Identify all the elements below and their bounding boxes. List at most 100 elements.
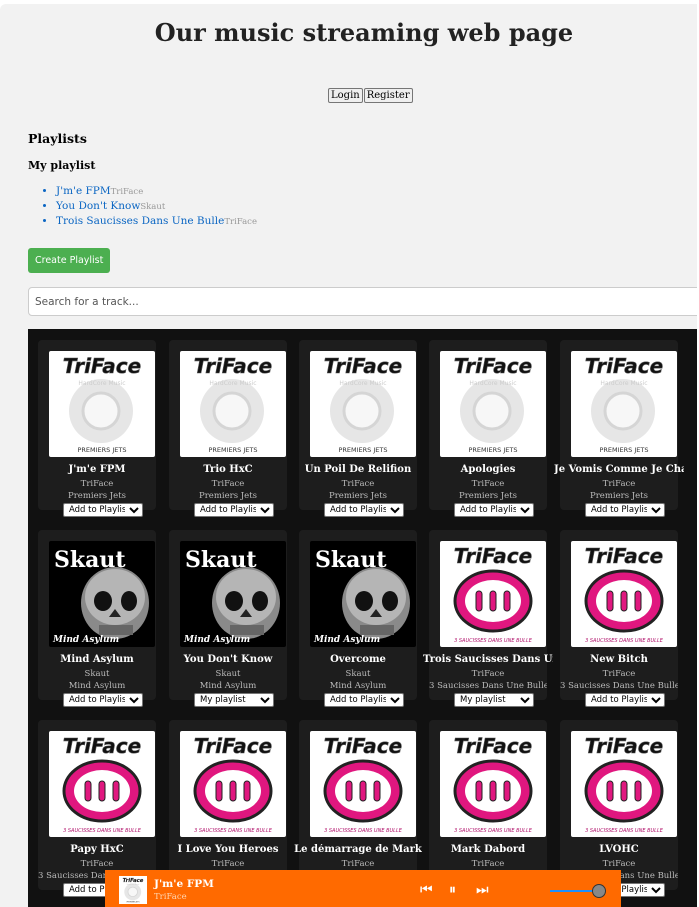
triface-saucisses-cover: TriFace 3 SAUCISSES DANS UNE BULLE <box>571 541 677 647</box>
track-card[interactable]: Skaut Mind Asylum You Don't Know Skaut Min… <box>169 530 287 707</box>
cover-subtitle: HardCore Music <box>469 380 516 387</box>
skaut-mind-asylum-cover: Skaut Mind Asylum <box>180 541 286 647</box>
track-title: J'm'e FPM <box>68 464 126 475</box>
triface-premiers-jets-cover: TriFace HardCore Music PREMIERS JETS <box>440 351 546 457</box>
cover-logo-text: Skaut <box>54 547 126 573</box>
track-card[interactable]: TriFace 3 SAUCISSES DANS UNE BULLE Mark … <box>429 720 547 897</box>
track-card[interactable]: TriFace HardCore Music PREMIERS JETS Je … <box>554 340 684 517</box>
playlist-track-artist: TriFace <box>110 187 144 197</box>
page-title: Our music streaming web page <box>154 18 574 47</box>
cover-subtitle: HardCore Music <box>209 380 256 387</box>
cover-logo-text: TriFace <box>454 544 532 568</box>
login-button[interactable]: Login <box>328 88 363 103</box>
track-title: I Love You Heroes <box>177 844 279 855</box>
playlist-track[interactable]: You Don't KnowSkaut <box>56 199 257 214</box>
track-cover[interactable]: TriFace 3 SAUCISSES DANS UNE BULLE <box>49 731 155 837</box>
track-card[interactable]: TriFace 3 SAUCISSES DANS UNE BULLE New B… <box>560 530 678 707</box>
playlist-track-title[interactable]: J'm'e FPM <box>56 185 111 197</box>
playlists-heading: Playlists <box>28 131 87 146</box>
track-album: Premiers Jets <box>590 491 648 501</box>
track-title: Overcome <box>330 654 386 665</box>
track-card[interactable]: TriFace 3 SAUCISSES DANS UNE BULLE Le dé… <box>294 720 422 897</box>
add-to-playlist-select[interactable]: Add to Playlist <box>585 693 665 707</box>
cover-album-text: 3 SAUCISSES DANS UNE BULLE <box>585 828 664 834</box>
track-cover[interactable]: TriFace HardCore Music PREMIERS JETS <box>571 351 677 457</box>
track-title: LVOHC <box>599 844 639 855</box>
track-grid: TriFace HardCore Music PREMIERS JETS J'm… <box>28 329 697 907</box>
track-album: 3 Saucisses Dans Une Bulle <box>560 681 678 691</box>
cover-subtitle: HardCore Music <box>339 380 386 387</box>
cover-logo-text: TriFace <box>324 734 402 758</box>
cover-album-text: PREMIERS JETS <box>599 446 648 454</box>
track-title: Papy HxC <box>70 844 124 855</box>
track-card[interactable]: TriFace 3 SAUCISSES DANS UNE BULLE Papy … <box>38 720 156 897</box>
track-card[interactable]: Skaut Mind Asylum Overcome Skaut Mind Asyl… <box>299 530 417 707</box>
cover-logo-text: Skaut <box>185 547 257 573</box>
next-icon[interactable]: ⏭ <box>476 882 489 898</box>
playlist-track[interactable]: J'm'e FPMTriFace <box>56 184 257 199</box>
triface-saucisses-cover: TriFace 3 SAUCISSES DANS UNE BULLE <box>571 731 677 837</box>
track-cover[interactable]: TriFace 3 SAUCISSES DANS UNE BULLE <box>571 731 677 837</box>
create-playlist-button[interactable]: Create Playlist <box>28 248 111 273</box>
triface-premiers-jets-cover: TriFace HardCore Music PREMIERS JETS <box>49 351 155 457</box>
track-cover[interactable]: Skaut Mind Asylum <box>49 541 155 647</box>
add-to-playlist-select[interactable]: Add to Playlist <box>63 693 143 707</box>
track-card[interactable]: TriFace 3 SAUCISSES DANS UNE BULLE Trois… <box>423 530 553 707</box>
track-cover[interactable]: TriFace 3 SAUCISSES DANS UNE BULLE <box>571 541 677 647</box>
add-to-playlist-select[interactable]: Add to Playlist <box>324 503 404 517</box>
track-card[interactable]: TriFace HardCore Music PREMIERS JETS Un … <box>299 340 417 517</box>
track-card[interactable]: TriFace HardCore Music PREMIERS JETS Apo… <box>429 340 547 517</box>
track-cover[interactable]: Skaut Mind Asylum <box>180 541 286 647</box>
playlist-track[interactable]: Trois Saucisses Dans Une BulleTriFace <box>56 214 257 229</box>
playlist-name: My playlist <box>28 159 96 172</box>
triface-premiers-jets-cover: TriFace HardCore Music PREMIERS JETS <box>180 351 286 457</box>
cover-logo-text: TriFace <box>454 734 532 758</box>
volume-handle[interactable] <box>591 884 606 898</box>
track-card[interactable]: TriFace HardCore Music PREMIERS JETS J'm… <box>38 340 156 517</box>
playlist-track-artist: TriFace <box>224 217 257 227</box>
cover-album-text: PREMIERS JETS <box>127 902 140 904</box>
cover-album-text: 3 SAUCISSES DANS UNE BULLE <box>454 828 533 834</box>
track-artist: TriFace <box>471 859 505 869</box>
playlist-track-title[interactable]: Trois Saucisses Dans Une Bulle <box>56 215 224 227</box>
track-title: Trois Saucisses Dans Une Bulle <box>423 654 553 665</box>
add-to-playlist-select[interactable]: Add to Playlist <box>63 503 143 517</box>
track-cover[interactable]: TriFace HardCore Music PREMIERS JETS <box>49 351 155 457</box>
track-cover[interactable]: TriFace 3 SAUCISSES DANS UNE BULLE <box>440 541 546 647</box>
player-track-title: J'm'e FPM <box>154 878 214 890</box>
add-to-playlist-select[interactable]: Add to Playlist <box>324 693 404 707</box>
add-to-playlist-select[interactable]: My playlist <box>454 693 534 707</box>
cover-album-text: PREMIERS JETS <box>208 446 257 454</box>
add-to-playlist-select[interactable]: Add to Playlist <box>454 503 534 517</box>
track-album: 3 Saucisses Dans Une Bulle <box>429 681 547 691</box>
cover-logo-text: TriFace <box>454 354 532 378</box>
add-to-playlist-select[interactable]: Add to Playlist <box>194 503 274 517</box>
track-card[interactable]: TriFace 3 SAUCISSES DANS UNE BULLE LVOHC… <box>560 720 678 897</box>
previous-icon[interactable]: ⏮ <box>420 882 433 898</box>
track-cover[interactable]: TriFace 3 SAUCISSES DANS UNE BULLE <box>440 731 546 837</box>
track-artist: Skaut <box>84 669 110 679</box>
track-card[interactable]: TriFace 3 SAUCISSES DANS UNE BULLE I Lov… <box>169 720 287 897</box>
cover-album-text: 3 SAUCISSES DANS UNE BULLE <box>63 828 142 834</box>
track-artist: TriFace <box>211 479 245 489</box>
track-card[interactable]: TriFace HardCore Music PREMIERS JETS Tri… <box>169 340 287 517</box>
track-cover[interactable]: TriFace 3 SAUCISSES DANS UNE BULLE <box>180 731 286 837</box>
triface-saucisses-cover: TriFace 3 SAUCISSES DANS UNE BULLE <box>440 731 546 837</box>
playlist-track-title[interactable]: You Don't Know <box>56 200 140 212</box>
cover-album-text: Mind Asylum <box>52 635 119 645</box>
track-cover[interactable]: Skaut Mind Asylum <box>310 541 416 647</box>
add-to-playlist-select[interactable]: My playlist <box>194 693 274 707</box>
cover-logo-text: TriFace <box>194 734 272 758</box>
register-button[interactable]: Register <box>363 88 413 103</box>
track-card[interactable]: Skaut Mind Asylum Mind Asylum Skaut Mind A… <box>38 530 156 707</box>
playlist-track-list: J'm'e FPMTriFace You Don't KnowSkaut Tro… <box>28 184 257 229</box>
cover-logo-text: TriFace <box>585 544 663 568</box>
search-input[interactable] <box>28 287 697 316</box>
player-cover: TriFace HardCore Music PREMIERS JETS <box>119 876 147 904</box>
track-cover[interactable]: TriFace 3 SAUCISSES DANS UNE BULLE <box>310 731 416 837</box>
track-cover[interactable]: TriFace HardCore Music PREMIERS JETS <box>180 351 286 457</box>
track-cover[interactable]: TriFace HardCore Music PREMIERS JETS <box>440 351 546 457</box>
pause-icon[interactable]: ⏸ <box>449 882 456 898</box>
track-cover[interactable]: TriFace HardCore Music PREMIERS JETS <box>310 351 416 457</box>
add-to-playlist-select[interactable]: Add to Playlist <box>585 503 665 517</box>
